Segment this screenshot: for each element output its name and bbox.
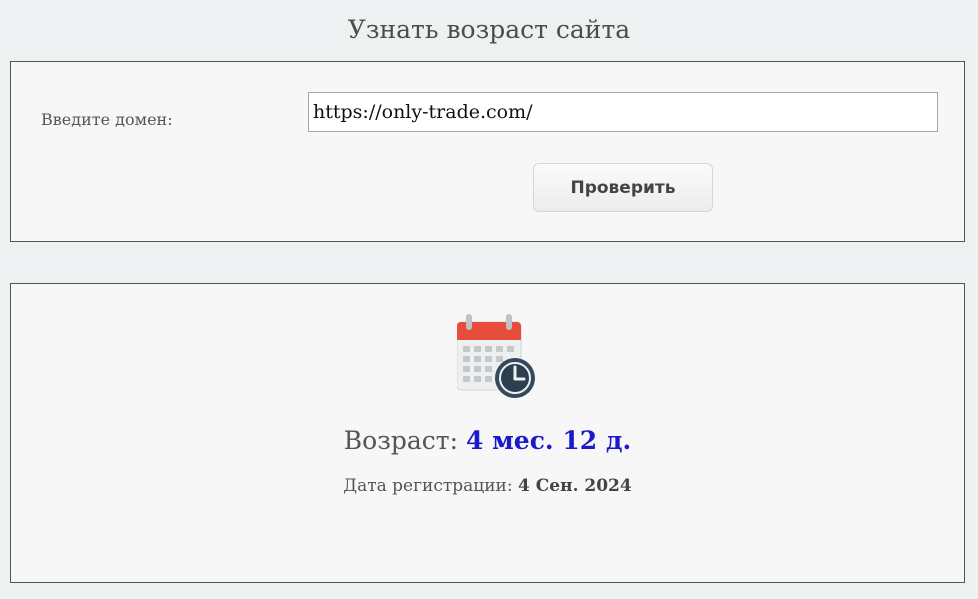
age-line: Возраст: 4 мес. 12 д.: [11, 426, 964, 455]
domain-form-panel: Введите домен: Проверить: [10, 61, 965, 242]
page-title: Узнать возраст сайта: [347, 15, 631, 44]
check-button[interactable]: Проверить: [533, 163, 713, 212]
registration-label: Дата регистрации:: [343, 476, 513, 496]
calendar-clock-icon: [456, 314, 537, 402]
age-value: 4 мес. 12 д.: [465, 426, 632, 455]
registration-line: Дата регистрации: 4 Сен. 2024: [11, 476, 964, 496]
result-panel: Возраст: 4 мес. 12 д. Дата регистрации: …: [10, 283, 965, 583]
age-label: Возраст:: [343, 426, 459, 455]
registration-value: 4 Сен. 2024: [518, 476, 632, 496]
domain-label: Введите домен:: [41, 110, 173, 129]
domain-input[interactable]: [308, 92, 938, 132]
